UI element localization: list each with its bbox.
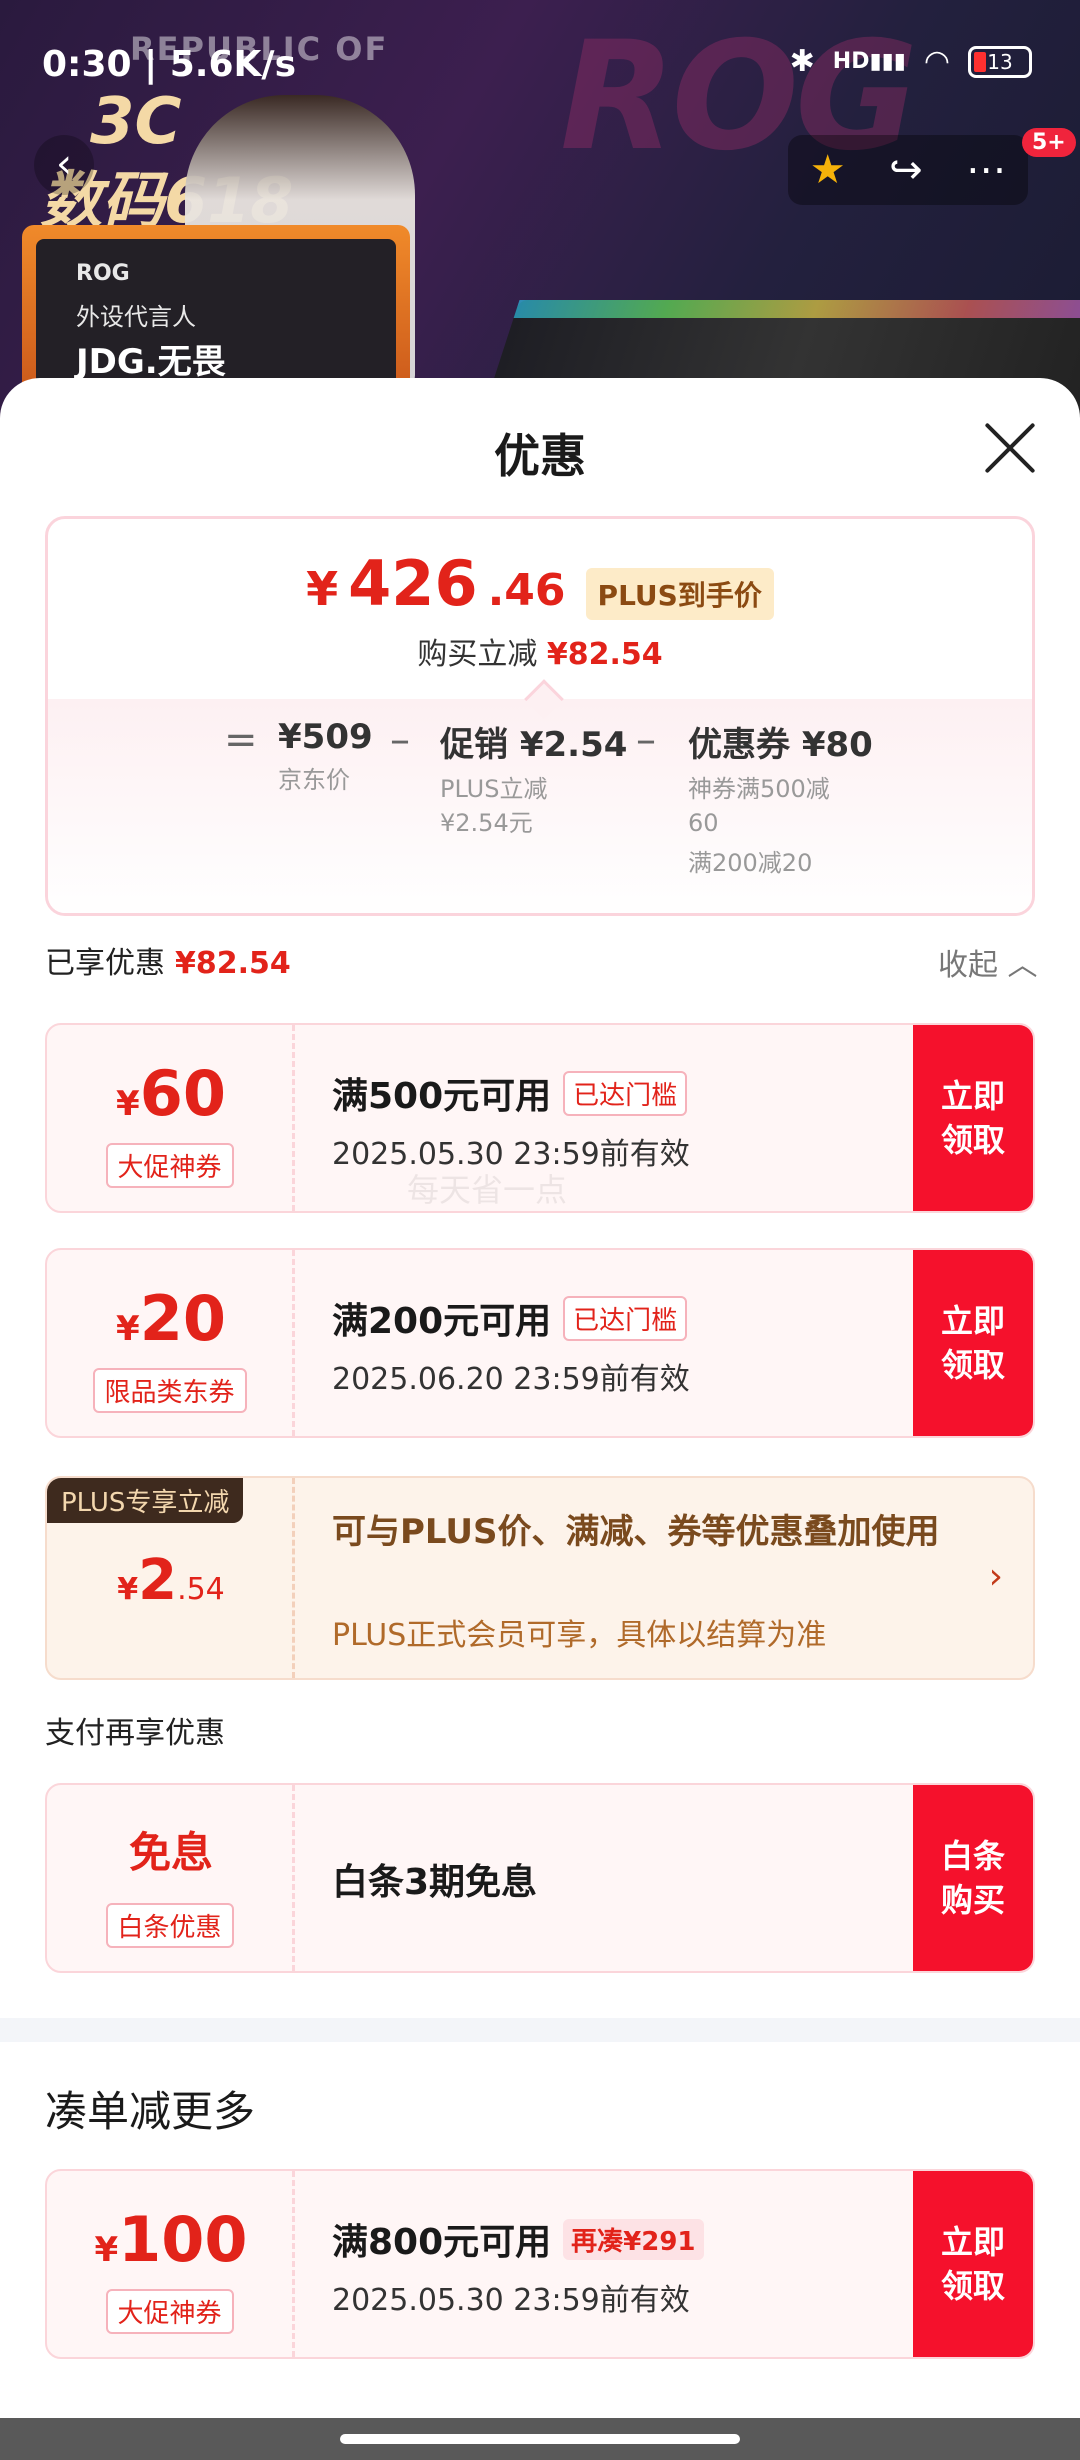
status-bar: 0:30 | 5.6K/s ✱ HD▮▮▮ ◠ 13 xyxy=(0,0,1080,120)
equals-sign: = xyxy=(224,717,258,763)
threshold-badge: 已达门槛 xyxy=(563,1070,688,1116)
coupon-card: ¥100 大促神券 满800元可用 再凑¥291 2025.05.30 23:59… xyxy=(45,2169,1035,2359)
coupon-condition: 满200元可用 xyxy=(332,1301,552,1342)
bluetooth-icon: ✱ xyxy=(789,44,815,79)
payment-offer-card: 免息 白条优惠 白条3期免息 白条购买 xyxy=(45,1783,1035,1973)
discount-sheet: 优惠 ¥426.46 PLUS到手价 购买立减 ¥82.54 = ¥509 京东… xyxy=(0,378,1080,2418)
enjoyed-discount: 已享优惠 ¥82.54 xyxy=(45,946,291,981)
top-actions: ★ ↪ ⋯ xyxy=(788,135,1028,205)
close-icon[interactable] xyxy=(982,420,1038,476)
minus-sign-2: – xyxy=(636,717,656,763)
plus-amount: ¥2.54 xyxy=(117,1548,225,1613)
payment-section-title: 支付再享优惠 xyxy=(45,1716,225,1751)
chevron-right-icon: › xyxy=(988,1556,1003,1597)
coupon-card: ¥20 限品类东券 满200元可用 已达门槛 2025.06.20 23:59前有… xyxy=(45,1248,1035,1438)
coupon-expiry: 2025.05.30 23:59前有效 xyxy=(332,2283,690,2318)
plus-note: PLUS正式会员可享，具体以结算为准 xyxy=(332,1618,827,1653)
coupon-amount: ¥100 xyxy=(94,2203,248,2276)
minus-sign: – xyxy=(390,717,410,763)
status-time: 0:30 | 5.6K/s xyxy=(42,44,297,85)
coupon-type-tag: 大促神券 xyxy=(105,2289,234,2334)
watermark-text: 每天省一点 xyxy=(407,1171,568,1209)
message-badge: 5+ xyxy=(1022,128,1076,157)
jd-price: ¥509 京东价 xyxy=(278,717,373,794)
favorite-star-icon[interactable]: ★ xyxy=(810,147,846,193)
promo-discount: 促销 ¥2.54 PLUS立减 ¥2.54元 xyxy=(440,725,628,837)
coupon-amount: ¥20 xyxy=(116,1282,226,1355)
coupon-expiry: 2025.06.20 23:59前有效 xyxy=(332,1362,690,1397)
sheet-title: 优惠 xyxy=(494,429,586,483)
share-icon[interactable]: ↪ xyxy=(889,147,923,193)
claim-coupon-button[interactable]: 立即领取 xyxy=(913,1250,1033,1436)
coupon-amount: ¥60 xyxy=(116,1057,226,1130)
threshold-badge: 已达门槛 xyxy=(563,1295,688,1341)
final-price: ¥426.46 PLUS到手价 xyxy=(48,547,1032,620)
more-icon[interactable]: ⋯ xyxy=(966,147,1006,193)
wifi-icon: ◠ xyxy=(923,44,950,79)
coupon-condition: 满800元可用 xyxy=(332,2222,552,2263)
plus-ribbon: PLUS专享立减 xyxy=(47,1478,244,1523)
coupon-discount: 优惠券 ¥80 神券满500减 60 满200减20 xyxy=(688,725,873,877)
card-line2: 外设代言人 xyxy=(76,303,196,331)
add-more-badge: 再凑¥291 xyxy=(563,2218,704,2260)
section-divider xyxy=(0,2018,1080,2042)
plus-price-tag: PLUS到手价 xyxy=(585,568,774,620)
claim-coupon-button[interactable]: 立即领取 xyxy=(913,2171,1033,2357)
card-line1: ROG xyxy=(76,261,130,286)
battery-icon: 13 xyxy=(968,45,1032,78)
price-breakdown: ¥426.46 PLUS到手价 购买立减 ¥82.54 = ¥509 京东价 –… xyxy=(45,516,1035,916)
coupon-card: ¥60 大促神券 满500元可用 已达门槛 2025.05.30 23:59前有效… xyxy=(45,1023,1035,1213)
plus-description: 可与PLUS价、满减、券等优惠叠加使用 xyxy=(332,1512,940,1552)
chevron-up-icon: ︿ xyxy=(1007,948,1038,983)
claim-coupon-button[interactable]: 立即领取 xyxy=(913,1025,1033,1211)
baitiao-buy-button[interactable]: 白条购买 xyxy=(913,1785,1033,1971)
back-button[interactable]: ‹ xyxy=(34,135,94,195)
collapse-button[interactable]: 收起 ︿ xyxy=(938,940,1038,984)
back-icon: ‹ xyxy=(56,141,72,187)
payment-offer-title: 免息 xyxy=(128,1828,213,1877)
home-indicator[interactable] xyxy=(0,2418,1080,2460)
card-line3: JDG.无畏 xyxy=(76,342,226,382)
bundle-section-title: 凑单减更多 xyxy=(45,2087,256,2136)
payment-offer-tag: 白条优惠 xyxy=(105,1903,234,1948)
coupon-type-tag: 限品类东券 xyxy=(92,1368,247,1413)
payment-offer-text: 白条3期免息 xyxy=(332,1862,538,1903)
instant-discount: 购买立减 ¥82.54 xyxy=(417,637,663,672)
signal-icon: HD▮▮▮ xyxy=(832,49,906,74)
coupon-type-tag: 大促神券 xyxy=(105,1143,234,1188)
plus-discount-card[interactable]: PLUS专享立减 ¥2.54 可与PLUS价、满减、券等优惠叠加使用 PLUS正… xyxy=(45,1476,1035,1680)
coupon-condition: 满500元可用 xyxy=(332,1076,552,1117)
